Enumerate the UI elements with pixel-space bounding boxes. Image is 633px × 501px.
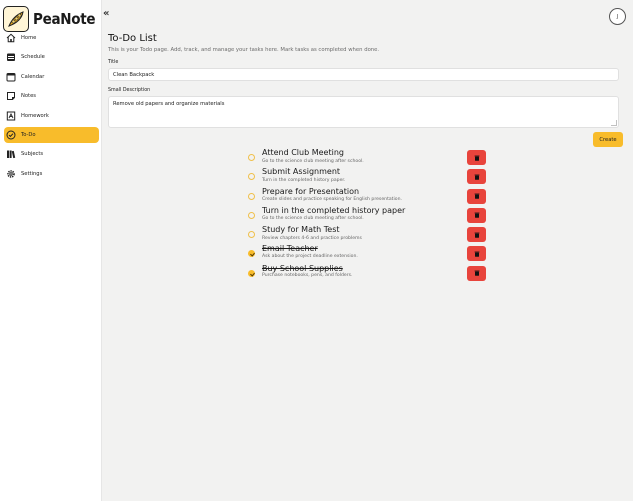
sidebar-item-settings[interactable]: Settings [4, 166, 99, 182]
sidebar-item-todo[interactable]: To-Do [4, 126, 99, 143]
pea-pod-logo-icon [3, 6, 29, 32]
trash-icon [474, 232, 479, 238]
todo-title: Submit Assignment [262, 167, 341, 177]
description-text: Remove old papers and organize materials [113, 101, 225, 107]
sidebar-item-label: Homework [21, 112, 49, 119]
todo-item: Turn in the completed history paper Go t… [248, 206, 488, 225]
delete-button[interactable] [467, 150, 486, 165]
todo-item: Prepare for Presentation Create slides a… [248, 187, 488, 206]
todo-title: Prepare for Presentation [262, 186, 360, 196]
todo-title: Study for Math Test [262, 225, 340, 235]
schedule-icon [6, 52, 16, 62]
todo-list: Attend Club Meeting Go to the science cl… [248, 148, 488, 283]
todo-item: Attend Club Meeting Go to the science cl… [248, 148, 488, 167]
settings-gear-icon [6, 169, 16, 179]
todo-description: Review chapters 4-6 and practice problem… [262, 235, 362, 241]
calendar-icon [6, 72, 16, 82]
todo-description: Turn in the completed history paper. [262, 177, 346, 183]
sidebar-item-subjects[interactable]: Subjects [4, 146, 99, 162]
page-description: This is your Todo page. Add, track, and … [108, 47, 380, 53]
sidebar-item-homework[interactable]: Homework [4, 108, 99, 124]
trash-icon [474, 212, 479, 219]
trash-icon [474, 251, 479, 257]
todo-description: Create slides and practice speaking for … [262, 197, 402, 203]
app-name: PeaNote [33, 10, 96, 28]
user-avatar[interactable]: J [609, 8, 626, 25]
sidebar-item-label: Schedule [21, 54, 45, 61]
trash-icon [474, 193, 479, 199]
sidebar-item-label: To-Do [21, 131, 36, 138]
todo-item-completed: Email Teacher Ask about the project dead… [248, 244, 488, 263]
todo-description: Ask about the project deadline extension… [262, 253, 358, 259]
trash-icon [474, 174, 479, 180]
app-logo[interactable]: PeaNote [3, 6, 96, 32]
delete-button[interactable] [467, 188, 486, 204]
title-input[interactable]: Clean Backpack [108, 68, 619, 81]
todo-checkbox[interactable] [248, 154, 255, 161]
todo-checkbox[interactable] [248, 231, 255, 239]
description-textarea[interactable]: Remove old papers and organize materials [108, 96, 619, 128]
todo-checkbox[interactable] [248, 211, 255, 219]
sidebar-item-label: Notes [21, 93, 36, 100]
delete-button[interactable] [467, 246, 486, 262]
delete-button[interactable] [467, 227, 486, 243]
todo-checkbox-checked[interactable] [248, 250, 255, 258]
subjects-icon [6, 149, 16, 159]
sidebar-nav: Home Schedule Calendar Notes Homework To… [4, 30, 99, 185]
todo-description: Go to the science club meeting after sch… [262, 158, 364, 164]
todo-check-icon [6, 130, 16, 140]
description-field-label: Small Description [108, 88, 151, 93]
todo-item: Study for Math Test Review chapters 4-6 … [248, 225, 488, 244]
todo-checkbox[interactable] [248, 192, 255, 200]
notes-icon [6, 91, 16, 101]
todo-checkbox-checked[interactable] [248, 269, 255, 277]
create-button[interactable]: Create [593, 132, 623, 147]
sidebar-item-label: Subjects [21, 151, 44, 158]
collapse-sidebar-icon[interactable]: « [103, 8, 109, 19]
todo-title: Turn in the completed history paper [262, 205, 406, 215]
delete-button[interactable] [467, 265, 486, 281]
title-field-label: Title [108, 60, 119, 65]
resize-handle-icon[interactable] [611, 120, 617, 126]
trash-icon [474, 155, 479, 161]
sidebar-item-label: Calendar [21, 73, 45, 80]
trash-icon [474, 270, 479, 277]
sidebar-item-schedule[interactable]: Schedule [4, 49, 99, 65]
todo-description: Go to the science club meeting after sch… [262, 216, 364, 222]
todo-item: Submit Assignment Turn in the completed … [248, 167, 488, 186]
delete-button[interactable] [467, 169, 486, 185]
todo-checkbox[interactable] [248, 173, 255, 181]
sidebar-item-label: Settings [21, 170, 43, 177]
homework-icon [6, 111, 16, 121]
sidebar-item-home[interactable]: Home [4, 30, 99, 46]
todo-description: Purchase notebooks, pens, and folders. [262, 273, 353, 279]
sidebar-item-calendar[interactable]: Calendar [4, 69, 99, 85]
todo-title: Attend Club Meeting [262, 148, 344, 157]
sidebar-item-label: Home [21, 35, 37, 41]
sidebar-item-notes[interactable]: Notes [4, 88, 99, 104]
todo-page: To-Do List This is your Todo page. Add, … [108, 33, 624, 147]
todo-title: Email Teacher [262, 244, 318, 254]
delete-button[interactable] [467, 207, 486, 223]
sidebar: PeaNote Home Schedule Calendar Notes Hom… [0, 0, 102, 501]
home-icon [6, 33, 16, 43]
todo-item-completed: Buy School Supplies Purchase notebooks, … [248, 264, 488, 283]
page-title: To-Do List [108, 33, 157, 44]
